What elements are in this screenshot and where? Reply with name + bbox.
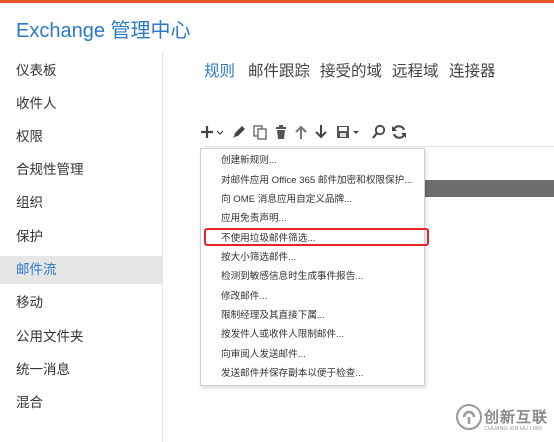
tab-connectors[interactable]: 连接器 (449, 59, 496, 81)
add-button[interactable] (200, 122, 224, 142)
sidebar-item-mobile[interactable]: 移动 (0, 289, 162, 317)
menu-item-restrict-sender-recipient[interactable]: 按发件人或收件人限制邮件... (221, 328, 344, 342)
delete-button[interactable] (272, 122, 290, 142)
add-icon (201, 126, 224, 138)
sidebar-item-mail-flow[interactable]: 邮件流 (0, 256, 162, 284)
sidebar-nav: 仪表板 收件人 权限 合规性管理 组织 保护 邮件流 移动 公用文件夹 统一消息… (0, 52, 163, 442)
save-icon (337, 126, 359, 138)
save-button[interactable] (335, 122, 363, 142)
edit-button[interactable] (230, 122, 248, 142)
tab-accepted-domains[interactable]: 接受的域 (320, 59, 382, 81)
menu-item-incident-report[interactable]: 检测到敏感信息时生成事件报告... (221, 270, 363, 284)
sidebar-item-unified-messaging[interactable]: 统一消息 (0, 356, 162, 384)
highlight-box (204, 228, 429, 246)
tab-rules[interactable]: 规则 (204, 59, 235, 81)
refresh-icon (392, 125, 406, 139)
watermark-logo-icon (456, 404, 482, 430)
tab-message-trace[interactable]: 邮件跟踪 (248, 59, 310, 81)
arrow-up-icon (295, 125, 307, 139)
sidebar-item-compliance[interactable]: 合规性管理 (0, 156, 162, 184)
copy-icon (253, 125, 267, 140)
menu-item-send-to-moderator[interactable]: 向审阅人发送邮件... (221, 348, 306, 362)
search-icon (372, 124, 386, 139)
sidebar-item-public-folders[interactable]: 公用文件夹 (0, 323, 162, 351)
menu-item-ome-branding[interactable]: 向 OME 消息应用自定义品牌... (221, 193, 352, 207)
rules-list-header (420, 180, 554, 197)
copy-button[interactable] (251, 122, 269, 142)
delete-icon (276, 125, 286, 139)
watermark-subtext: CHUANG XIN HU LIAN (484, 426, 542, 432)
menu-item-create-new-rule[interactable]: 创建新规则... (221, 154, 277, 168)
menu-item-send-and-copy[interactable]: 发送邮件并保存副本以便于检查... (221, 367, 363, 381)
move-up-button[interactable] (292, 122, 310, 142)
sidebar-item-permissions[interactable]: 权限 (0, 123, 162, 151)
top-accent-bar (0, 0, 554, 3)
refresh-button[interactable] (390, 122, 408, 142)
sidebar-item-protection[interactable]: 保护 (0, 223, 162, 251)
new-rule-dropdown-menu: 创建新规则... 对邮件应用 Office 365 邮件加密和权限保护... 向… (200, 148, 429, 386)
list-divider (205, 146, 554, 147)
edit-icon (233, 126, 245, 138)
tab-remote-domains[interactable]: 远程域 (392, 59, 439, 81)
sidebar-item-hybrid[interactable]: 混合 (0, 389, 162, 417)
menu-item-restrict-managers[interactable]: 限制经理及其直接下属... (221, 309, 325, 323)
watermark-text: 创新互联 (484, 409, 549, 426)
move-down-button[interactable] (312, 122, 330, 142)
sidebar-item-recipients[interactable]: 收件人 (0, 90, 162, 118)
sidebar-item-dashboard[interactable]: 仪表板 (0, 57, 162, 85)
watermark: 创新互联 CHUANG XIN HU LIAN (452, 400, 554, 442)
menu-item-modify-messages[interactable]: 修改邮件... (221, 290, 267, 304)
search-button[interactable] (370, 122, 388, 142)
menu-item-filter-by-size[interactable]: 按大小筛选邮件... (221, 251, 296, 265)
app-title: Exchange 管理中心 (16, 20, 191, 42)
menu-item-apply-encryption[interactable]: 对邮件应用 Office 365 邮件加密和权限保护... (221, 174, 412, 188)
menu-item-apply-disclaimer[interactable]: 应用免责声明... (221, 212, 287, 226)
arrow-down-icon (315, 125, 327, 139)
sidebar-item-organization[interactable]: 组织 (0, 189, 162, 217)
